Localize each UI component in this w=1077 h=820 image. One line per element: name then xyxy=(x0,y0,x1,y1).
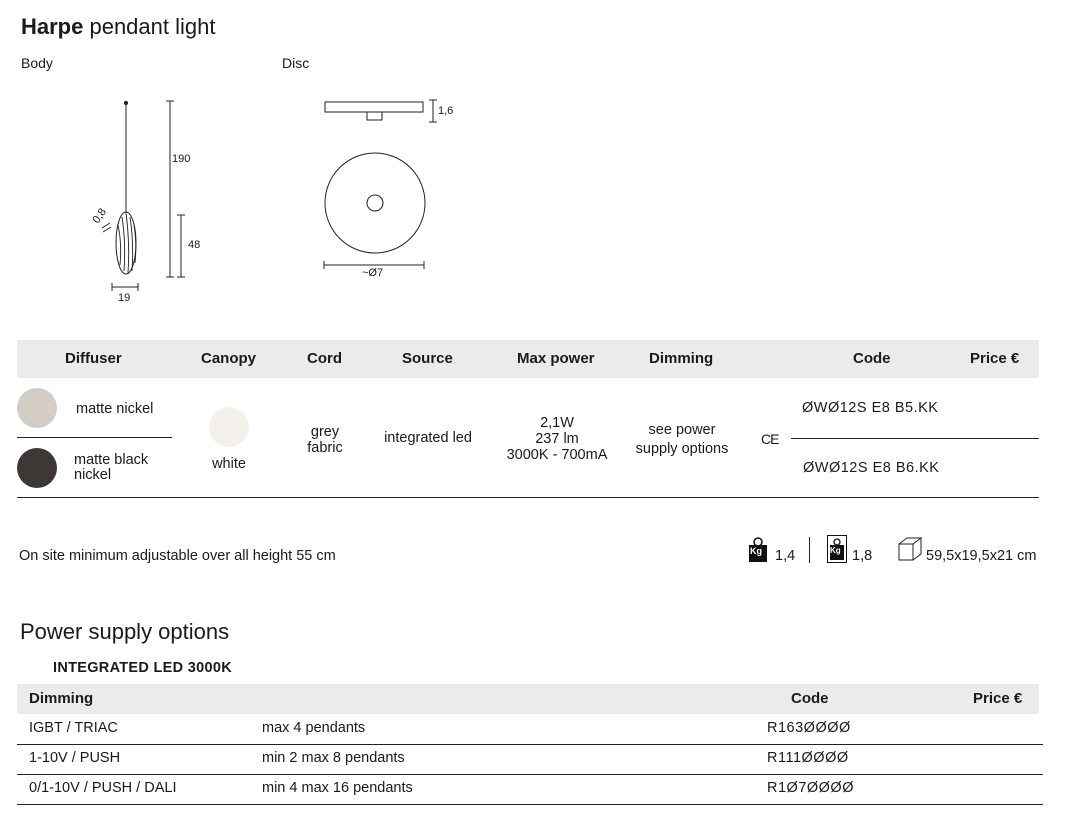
swatch-canopy-white xyxy=(209,407,249,447)
dim-thickness: 1,6 xyxy=(438,105,454,117)
th-code: Code xyxy=(853,350,891,367)
ps-row2-desc: min 2 max 8 pendants xyxy=(262,750,405,766)
power-kelvin: 3000K - 700mA xyxy=(506,447,608,463)
source-value: integrated led xyxy=(384,430,472,446)
page-title: Harpe pendant light xyxy=(21,14,215,40)
th-canopy: Canopy xyxy=(201,350,257,367)
diffuser-black-line1: matte black xyxy=(74,452,149,468)
th-max-power: Max power xyxy=(517,350,595,367)
gross-kg-label: Kg xyxy=(830,546,841,555)
diffuser-divider xyxy=(17,437,172,438)
swatch-matte-black-nickel xyxy=(17,448,57,488)
title-rest: pendant light xyxy=(83,14,216,39)
canopy-white: white xyxy=(212,456,246,472)
th-cord: Cord xyxy=(307,350,342,367)
ce-mark: CE xyxy=(761,431,779,447)
th-dimming: Dimming xyxy=(649,350,714,367)
disc-label: Disc xyxy=(282,55,310,71)
cord-value: grey fabric xyxy=(295,424,355,456)
ps-row3-desc: min 4 max 16 pendants xyxy=(262,780,413,796)
power-table-header xyxy=(17,684,1039,714)
dimming-value: see power supply options xyxy=(622,421,742,459)
install-note: On site minimum adjustable over all heig… xyxy=(19,548,336,564)
spec-table-bottom-rule xyxy=(17,497,1039,498)
th-price: Price € xyxy=(970,350,1020,367)
max-power-value: 2,1W 237 lm 3000K - 700mA xyxy=(497,415,617,463)
weight-divider xyxy=(809,537,810,563)
th-diffuser: Diffuser xyxy=(65,350,122,367)
cord-line1: grey xyxy=(310,424,340,440)
power-supply-title: Power supply options xyxy=(20,619,230,644)
ps-th-code: Code xyxy=(791,690,829,707)
code-divider xyxy=(791,438,1039,439)
dim-48: 48 xyxy=(188,239,201,251)
dim-190: 190 xyxy=(172,153,191,165)
ps-row1-desc: max 4 pendants xyxy=(262,720,366,736)
net-weight-value: 1,4 xyxy=(775,548,796,564)
dimming-line2: supply options xyxy=(635,441,729,457)
power-supply-subtitle: INTEGRATED LED 3000K xyxy=(53,660,232,676)
ps-row3-code: R1Ø7ØØØØ xyxy=(767,780,854,796)
title-bold: Harpe xyxy=(21,14,84,39)
dim-diameter: ~Ø7 xyxy=(362,267,384,279)
body-drawing xyxy=(101,100,185,291)
ps-row1-code: R163ØØØØ xyxy=(767,720,851,736)
diffuser-matte-black-nickel: matte black nickel xyxy=(74,453,148,483)
code-matte-black-nickel: ØWØ12S E8 B6.KK xyxy=(803,460,940,476)
power-watts: 2,1W xyxy=(540,415,574,431)
ps-row3-dimming: 0/1-10V / PUSH / DALI xyxy=(29,780,177,796)
code-matte-nickel: ØWØ12S E8 B5.KK xyxy=(802,400,939,416)
body-label: Body xyxy=(21,55,53,71)
ps-row1-rule xyxy=(17,744,1043,745)
cord-line2: fabric xyxy=(307,440,343,456)
swatch-matte-nickel xyxy=(17,388,57,428)
ps-row3-rule xyxy=(17,804,1043,805)
th-source: Source xyxy=(402,350,453,367)
disc-drawing xyxy=(323,99,437,269)
diffuser-shape xyxy=(115,211,137,275)
ps-row2-code: R111ØØØØ xyxy=(767,750,849,766)
diffuser-black-line2: nickel xyxy=(74,467,112,483)
dim-19: 19 xyxy=(118,292,131,304)
ps-th-price: Price € xyxy=(973,690,1023,707)
ps-row2-dimming: 1-10V / PUSH xyxy=(29,750,121,766)
ps-row1-dimming: IGBT / TRIAC xyxy=(29,720,118,736)
gross-weight-value: 1,8 xyxy=(852,548,873,564)
diffuser-matte-nickel: matte nickel xyxy=(76,401,154,417)
ps-th-dimming: Dimming xyxy=(29,690,94,707)
net-kg-label: Kg xyxy=(750,546,762,556)
package-box-icon xyxy=(898,537,923,561)
ps-row2-rule xyxy=(17,774,1043,775)
power-lumens: 237 lm xyxy=(535,431,579,447)
package-size: 59,5x19,5x21 cm xyxy=(926,548,1037,564)
dimming-line1: see power xyxy=(648,422,716,438)
